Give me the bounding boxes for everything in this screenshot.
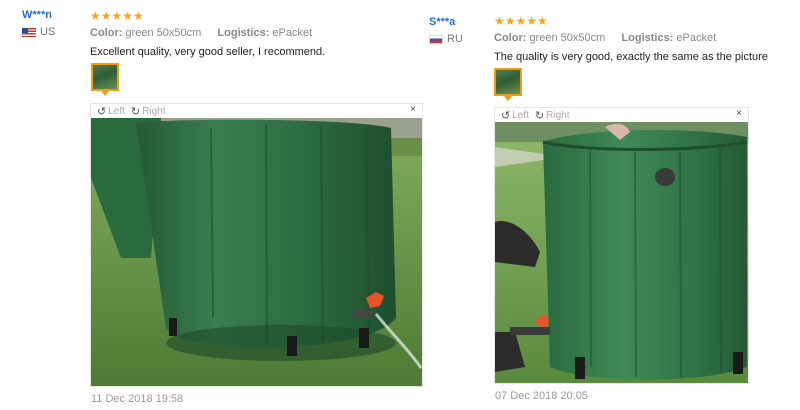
star-rating: ★★★★★ (90, 9, 144, 23)
viewer-toolbar: ↺ Left ↻ Right × (91, 104, 422, 118)
rotate-right-icon: ↻ (534, 109, 545, 122)
photo-thumbnail[interactable] (91, 63, 119, 96)
rotate-left-icon: ↺ (97, 105, 107, 118)
color-value: green 50x50cm (529, 32, 606, 44)
reviewer-country: US (22, 26, 55, 38)
logistics-value: ePacket (272, 27, 313, 39)
photo-viewer: ↺ Left ↻ Right × (494, 107, 749, 384)
product-meta: Color: green 50x50cm Logistics: ePacket (494, 32, 768, 44)
close-icon[interactable]: × (736, 108, 742, 119)
rotate-left-button[interactable]: ↺ Left (97, 105, 125, 118)
rotate-right-button[interactable]: ↻ Right (131, 105, 166, 118)
photo-thumbnail[interactable] (494, 68, 522, 101)
country-code: RU (447, 33, 463, 45)
color-label: Color: (494, 32, 527, 44)
color-label: Color: (90, 27, 123, 39)
reviewer-info: S***a RU (429, 16, 463, 45)
rotate-left-icon: ↺ (501, 109, 511, 122)
rotate-left-label: Left (108, 105, 125, 117)
reviewer-name[interactable]: S***a (429, 16, 463, 28)
country-code: US (40, 26, 56, 38)
rotate-left-label: Left (512, 109, 529, 121)
rotate-right-icon: ↻ (130, 105, 141, 118)
reviewer-info: W***n US (22, 9, 55, 38)
logistics-label: Logistics: (621, 32, 674, 44)
rain-barrel-photo (91, 118, 422, 386)
product-meta: Color: green 50x50cm Logistics: ePacket (90, 27, 325, 39)
review-photo (495, 122, 748, 383)
review-body: ★★★★★ Color: green 50x50cm Logistics: eP… (494, 15, 768, 63)
rotate-right-label: Right (142, 105, 166, 117)
star-rating: ★★★★★ (494, 14, 548, 28)
close-icon[interactable]: × (410, 104, 416, 115)
rotate-right-label: Right (546, 109, 570, 121)
rotate-right-button[interactable]: ↻ Right (535, 109, 570, 122)
review-date: 07 Dec 2018 20:05 (495, 390, 588, 402)
review-text: Excellent quality, very good seller, I r… (90, 46, 326, 58)
ru-flag-icon (429, 34, 443, 44)
logistics-value: ePacket (676, 32, 717, 44)
review-text: The quality is very good, exactly the sa… (494, 51, 768, 63)
color-value: green 50x50cm (125, 27, 202, 39)
review-date: 11 Dec 2018 19:58 (91, 393, 184, 405)
reviewer-name[interactable]: W***n (22, 9, 55, 21)
viewer-toolbar: ↺ Left ↻ Right × (495, 108, 748, 122)
logistics-label: Logistics: (217, 27, 270, 39)
review-photo (91, 118, 422, 386)
rotate-left-button[interactable]: ↺ Left (501, 109, 529, 122)
review-body: ★★★★★ Color: green 50x50cm Logistics: eP… (90, 10, 325, 58)
rain-barrel-photo (495, 122, 748, 383)
reviewer-country: RU (429, 33, 463, 45)
us-flag-icon (22, 27, 36, 37)
photo-viewer: ↺ Left ↻ Right × (90, 103, 423, 387)
